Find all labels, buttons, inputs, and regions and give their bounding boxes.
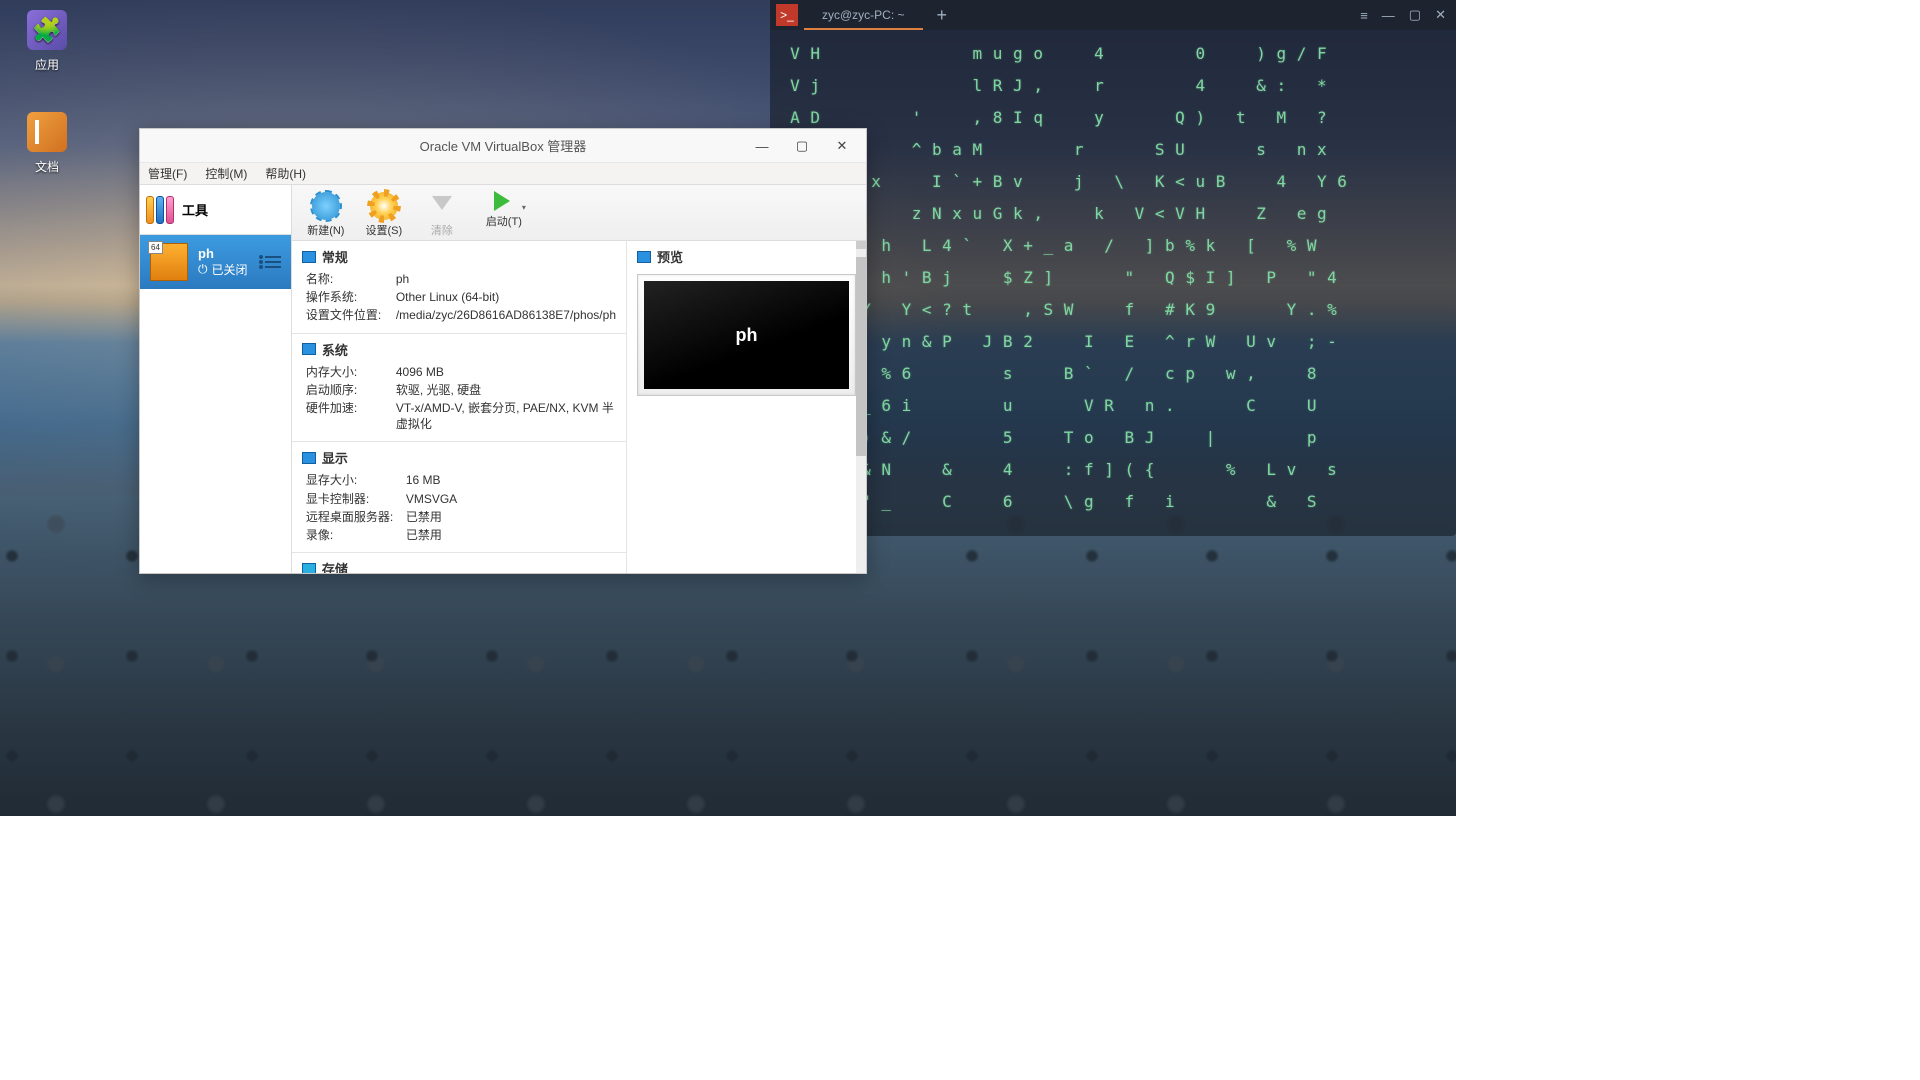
tools-label: 工具 [182, 200, 208, 219]
discard-button: 清除 [416, 190, 468, 240]
terminal-new-tab[interactable]: + [923, 5, 962, 26]
preview-screen: ph [644, 281, 849, 389]
desktop-icon-docs[interactable]: 文档 [12, 112, 82, 175]
desktop-icon-label: 文档 [12, 158, 82, 175]
terminal-window: >_ zyc@zyc-PC: ~ + ≡ — ▢ ✕ V H m u g o 4… [770, 0, 1456, 536]
vm-menu-button[interactable] [265, 256, 281, 268]
desktop-icon-label: 应用 [12, 56, 82, 73]
new-icon [312, 192, 340, 220]
play-icon [494, 191, 520, 211]
maximize-button[interactable]: ▢ [782, 129, 822, 163]
close-button[interactable]: ✕ [822, 129, 862, 163]
desktop: 🧩 应用 文档 >_ zyc@zyc-PC: ~ + ≡ — ▢ ✕ V H m… [0, 0, 1456, 816]
terminal-app-icon: >_ [776, 4, 798, 26]
terminal-tab[interactable]: zyc@zyc-PC: ~ [804, 0, 923, 30]
folder-icon [27, 112, 67, 152]
start-button[interactable]: 启动(T) [474, 191, 534, 240]
tools-icon [146, 196, 174, 224]
gear-icon [370, 192, 398, 220]
power-icon: ⏻ [198, 262, 208, 277]
vm-name: ph [198, 246, 248, 261]
vm-list-pane: 工具 ph ⏻ 已关闭 [140, 185, 292, 573]
minimize-button[interactable]: — [742, 129, 782, 163]
section-storage[interactable]: 存储 [292, 553, 626, 573]
hamburger-icon[interactable]: ≡ [1360, 8, 1368, 23]
menu-bar: 管理(F) 控制(M) 帮助(H) [140, 163, 866, 185]
scrollbar[interactable] [856, 241, 866, 573]
monitor-icon [302, 251, 316, 263]
terminal-output[interactable]: V H m u g o 4 0 ) g / F V j l R J , r 4 … [770, 30, 1456, 526]
vm-state: 已关闭 [212, 261, 248, 278]
preview-icon [637, 251, 651, 263]
new-button[interactable]: 新建(N) [300, 192, 352, 240]
section-system[interactable]: 系统 内存大小:4096 MB 启动顺序:软驱, 光驱, 硬盘 硬件加速:VT-… [292, 334, 626, 443]
chip-icon [302, 343, 316, 355]
apps-icon: 🧩 [27, 10, 67, 50]
down-arrow-icon [432, 196, 452, 220]
tools-row[interactable]: 工具 [140, 185, 291, 235]
maximize-icon[interactable]: ▢ [1409, 7, 1421, 23]
display-icon [302, 452, 316, 464]
menu-control[interactable]: 控制(M) [205, 165, 247, 182]
preview-frame: ph [637, 274, 856, 396]
preview-pane: 预览 ph [626, 241, 866, 573]
storage-icon [302, 563, 316, 573]
vm-os-icon [150, 243, 188, 281]
main-toolbar: 新建(N) 设置(S) 清除 启动(T) [292, 185, 866, 241]
desktop-icon-apps[interactable]: 🧩 应用 [12, 10, 82, 73]
minimize-icon[interactable]: — [1382, 8, 1395, 23]
menu-help[interactable]: 帮助(H) [265, 165, 306, 182]
menu-manage[interactable]: 管理(F) [148, 165, 187, 182]
section-display[interactable]: 显示 显存大小:16 MB 显卡控制器:VMSVGA 远程桌面服务器:已禁用 录… [292, 442, 626, 553]
settings-button[interactable]: 设置(S) [358, 192, 410, 240]
window-title: Oracle VM VirtualBox 管理器 [420, 136, 587, 155]
terminal-tabbar: >_ zyc@zyc-PC: ~ + ≡ — ▢ ✕ [770, 0, 1456, 30]
section-general[interactable]: 常规 名称:ph 操作系统:Other Linux (64-bit) 设置文件位… [292, 241, 626, 334]
window-titlebar[interactable]: Oracle VM VirtualBox 管理器 — ▢ ✕ [140, 129, 866, 163]
virtualbox-window: Oracle VM VirtualBox 管理器 — ▢ ✕ 管理(F) 控制(… [139, 128, 867, 574]
close-icon[interactable]: ✕ [1435, 7, 1446, 23]
vm-list-item[interactable]: ph ⏻ 已关闭 [140, 235, 291, 289]
